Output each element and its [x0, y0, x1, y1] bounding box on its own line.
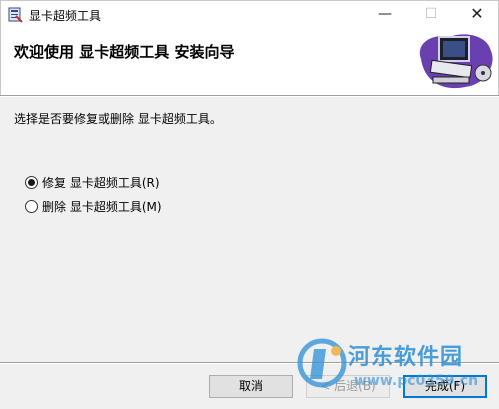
window-title: 显卡超频工具 [29, 9, 102, 23]
cancel-button[interactable]: 取消 [209, 375, 293, 398]
installer-icon [8, 7, 23, 23]
radio-empty-icon[interactable] [25, 199, 38, 213]
close-button[interactable]: ✕ [454, 1, 499, 28]
header-banner: 欢迎使用 显卡超频工具 安装向导 [0, 27, 499, 95]
repair-option[interactable]: 修复 显卡超频工具(R) [25, 174, 160, 190]
maximize-button[interactable]: ☐ [408, 1, 454, 28]
footer-separator [0, 362, 499, 364]
header-separator [0, 95, 499, 97]
remove-option-label: 删除 显卡超频工具(M) [42, 199, 162, 214]
back-button[interactable]: < 后退(B) [306, 375, 390, 398]
title-bar: 显卡超频工具 — ☐ ✕ [0, 0, 499, 27]
instruction-text: 选择是否要修复或删除 显卡超频工具。 [14, 112, 222, 126]
minimize-button[interactable]: — [362, 1, 408, 28]
repair-option-label: 修复 显卡超频工具(R) [42, 175, 160, 190]
computer-illustration [419, 34, 493, 89]
finish-button[interactable]: 完成(F) [403, 375, 487, 398]
watermark-text: 河东软件园 [348, 345, 464, 370]
wizard-heading: 欢迎使用 显卡超频工具 安装向导 [14, 43, 235, 61]
remove-option[interactable]: 删除 显卡超频工具(M) [25, 198, 162, 214]
radio-selected-icon[interactable] [25, 175, 38, 189]
